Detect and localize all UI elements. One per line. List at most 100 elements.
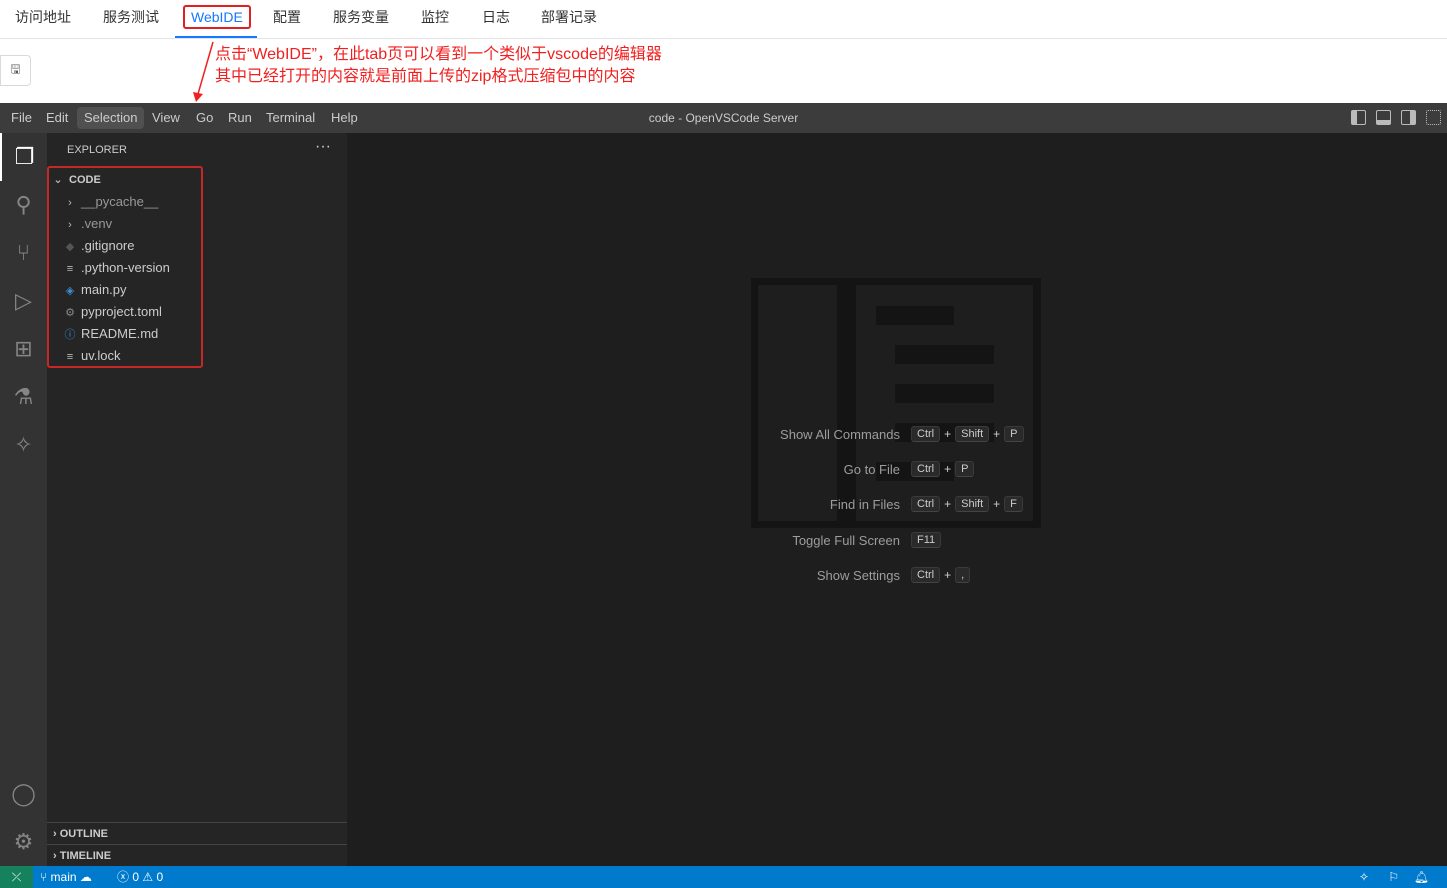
explorer-sidebar: EXPLORER ··· ⌄ CODE › __pycache__ › .venv ◆… [47,133,347,866]
text-file-icon: ≡ [66,351,74,363]
warning-icon: ⚠ [142,870,154,884]
plus-sign: + [944,462,952,476]
toggle-secondary-sidebar-icon[interactable] [1401,110,1416,125]
problems-indicator[interactable]: ⓧ 0 ⚠ 0 [117,866,163,888]
run-debug-icon[interactable]: ▷ [0,277,47,325]
tab-service-test[interactable]: 服务测试 [103,0,159,38]
tab-deploy-history[interactable]: 部署记录 [541,0,597,38]
gear-file-icon: ⚙ [65,307,75,319]
editor-area: Show All Commands Ctrl + Shift + P Go to File C… [347,133,1447,866]
toggle-panel-icon[interactable] [1376,110,1391,125]
plus-sign: + [993,497,1001,511]
testing-icon[interactable]: ⚗ [0,373,47,421]
shortcut-row: Show Settings Ctrl +, [712,565,1312,585]
warning-count: 0 [156,870,164,884]
error-icon: ⓧ [117,870,130,884]
tree-item[interactable]: ≡ .python-version [63,257,170,279]
keycap: Shift [955,496,990,512]
tree-item[interactable]: › .venv [63,213,112,235]
copilot-icon[interactable]: ✧ [1359,866,1369,888]
annotation: 点击“WebIDE”，在此tab页可以看到一个类似于vscode的编辑器 其中已… [215,44,662,88]
keycap: Ctrl [911,426,941,442]
keycap: Ctrl [911,567,941,583]
keycap: P [955,461,975,477]
item-label: .python-version [81,260,170,275]
annotation-line-1: 点击“WebIDE”，在此tab页可以看到一个类似于vscode的编辑器 [215,46,662,63]
shortcut-label: Toggle Full Screen [792,532,900,548]
shortcut-row: Find in Files Ctrl + Shift + F [712,494,1312,514]
menu-terminal[interactable]: Terminal [259,107,322,129]
shortcut-row: Toggle Full Screen F11 [712,530,1312,550]
item-label: README.md [81,326,159,341]
keycap: F [1004,496,1023,512]
extensions-icon[interactable]: ⊞ [0,325,47,373]
tree-item[interactable]: ⚙ pyproject.toml [63,301,162,323]
plus-sign: + [944,497,952,511]
timeline-section[interactable]: › TIMELINE [47,844,347,866]
branch-indicator[interactable]: ⑂ main ☁ [40,866,92,888]
keycap: Ctrl [911,461,941,477]
folder-root-label: CODE [69,174,101,186]
folder-root[interactable]: ⌄ CODE [51,169,101,191]
tree-item[interactable]: ◆ .gitignore [63,235,135,257]
menu-help[interactable]: Help [324,107,365,129]
tab-logs[interactable]: 日志 [482,0,510,38]
error-count: 0 [132,870,140,884]
menu-selection[interactable]: Selection [77,107,145,129]
source-control-icon[interactable]: ⑂ [0,229,47,277]
menu-edit[interactable]: Edit [39,107,75,129]
menu-file[interactable]: File [4,107,39,129]
chevron-right-icon: › [68,197,72,209]
item-label: uv.lock [81,348,121,363]
keycap: , [955,567,971,583]
annotation-line-2: 其中已经打开的内容就是前面上传的zip格式压缩包中的内容 [215,68,636,85]
remote-indicator-icon[interactable]: ⤫ [0,866,33,888]
shortcut-label: Show Settings [816,567,900,583]
shortcut-row: Show All Commands Ctrl + Shift + P [712,424,1312,444]
outline-label: OUTLINE [59,828,109,840]
explorer-icon[interactable]: ❐ [0,133,47,181]
keycap: P [1004,426,1024,442]
more-actions-icon[interactable]: ··· [315,138,331,156]
tab-config[interactable]: 配置 [273,0,301,38]
feedback-icon[interactable]: ⚐ [1388,866,1399,888]
item-label: main.py [81,282,127,297]
accounts-icon[interactable]: ◯ [0,770,47,818]
title-bar: code - OpenVSCode Server File Edit Selec… [0,103,1447,133]
text-file-icon: ≡ [66,263,74,275]
tab-webide[interactable]: WebIDE [175,0,257,38]
save-button[interactable]: 🖫 [0,55,31,86]
python-icon: ◈ [65,285,75,297]
customize-layout-icon[interactable] [1426,110,1441,125]
save-icon: 🖫 [10,62,21,76]
highlighted-file-tree: ⌄ CODE › __pycache__ › .venv ◆ .gitignore ≡.… [47,166,203,368]
menu-run[interactable]: Run [221,107,259,129]
outline-section[interactable]: › OUTLINE [47,822,347,844]
tree-item[interactable]: ◈ main.py [63,279,127,301]
vscode-watermark-logo [751,278,1041,528]
notifications-bell-icon[interactable]: 🔔︎ [1414,866,1429,888]
item-label: __pycache__ [81,194,159,209]
tab-service-vars[interactable]: 服务变量 [333,0,389,38]
explorer-title: EXPLORER [67,144,127,156]
settings-gear-icon[interactable]: ⚙ [0,818,47,866]
toggle-sidebar-icon[interactable] [1351,110,1366,125]
tab-monitor[interactable]: 监控 [421,0,449,38]
menu-view[interactable]: View [145,107,187,129]
status-bar: ⤫ ⑂ main ☁ ⓧ 0 ⚠ 0 ✧ ⚐ 🔔︎ [0,866,1447,888]
search-icon[interactable]: ⚲ [0,181,47,229]
tree-item[interactable]: ≡ uv.lock [63,345,121,367]
menu-go[interactable]: Go [189,107,220,129]
shortcut-row: Go to File Ctrl + P [712,459,1312,479]
shortcut-label: Show All Commands [780,426,900,442]
item-label: .venv [81,216,113,231]
shortcut-label: Find in Files [829,496,900,512]
keycap: Shift [955,426,990,442]
tree-item[interactable]: ⓘ README.md [63,323,159,345]
plus-sign: + [944,568,952,582]
shortcut-label: Go to File [843,461,900,477]
remote-explorer-icon[interactable]: ✧ [0,421,47,469]
tab-access-url[interactable]: 访问地址 [15,0,71,38]
git-file-icon: ◆ [65,241,75,253]
tree-item[interactable]: › __pycache__ [63,191,158,213]
